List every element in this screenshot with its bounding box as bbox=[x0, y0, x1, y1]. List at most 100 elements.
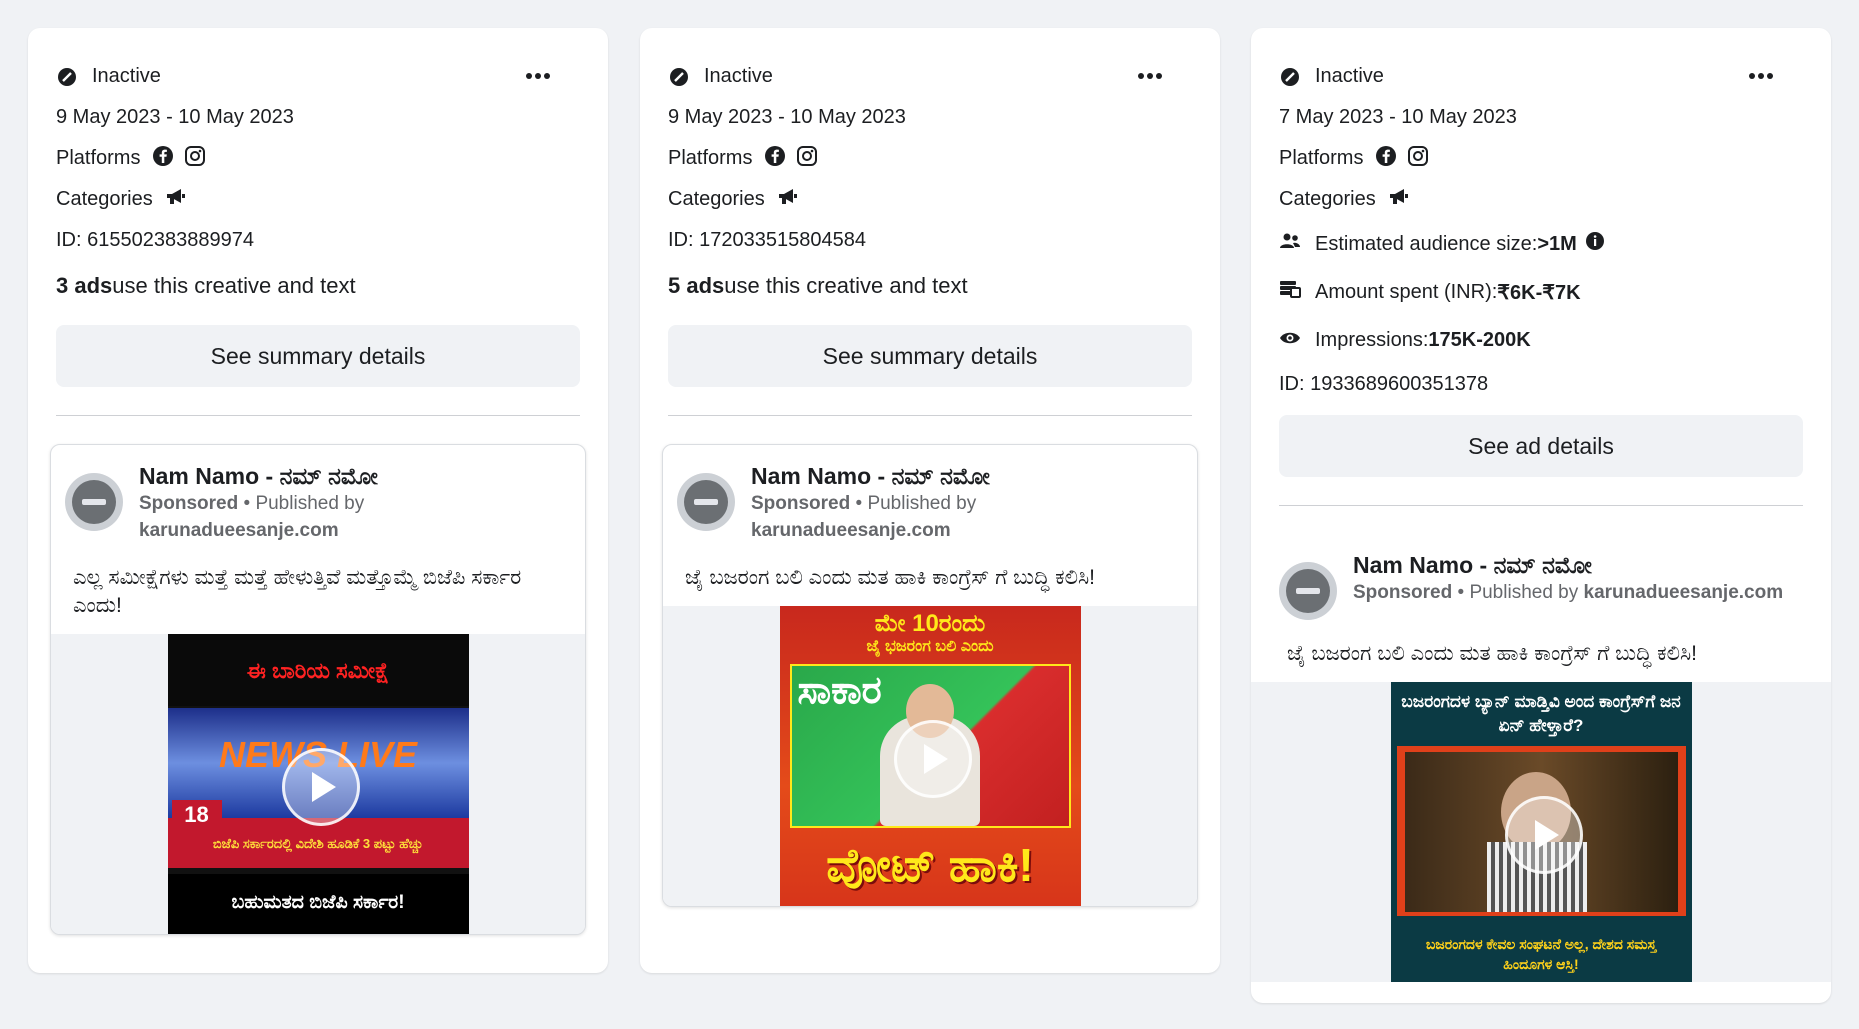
status-row: Inactive bbox=[668, 56, 1192, 97]
divider bbox=[56, 415, 580, 416]
categories-row: Categories bbox=[668, 179, 1192, 220]
megaphone-icon bbox=[777, 187, 799, 213]
info-icon[interactable] bbox=[1585, 231, 1605, 257]
video-thumbnail[interactable]: ಮೇ 10ರಂದು ಜೈ ಭಜರಂಗ ಬಲಿ ಎಂದು ಸಾಕಾರ ವೋಟ್ ಹ… bbox=[779, 606, 1081, 906]
page-name[interactable]: Nam Namo - ನಮ್ ನಮೋ bbox=[1353, 552, 1783, 579]
ad-card-1: Inactive 9 May 2023 - 10 May 2023 Platfo… bbox=[28, 28, 608, 973]
page-name[interactable]: Nam Namo - ನಮ್ ನಮೋ bbox=[751, 463, 990, 490]
avatar[interactable] bbox=[65, 473, 123, 531]
people-icon bbox=[1279, 232, 1301, 256]
avatar[interactable] bbox=[1279, 562, 1337, 620]
ad-preview: Nam Namo - ನಮ್ ನಮೋ Sponsored • Published… bbox=[50, 444, 586, 935]
inactive-status-icon bbox=[56, 66, 78, 88]
amount-spent-row: Amount spent (INR): ₹6K-₹7K bbox=[1279, 268, 1803, 316]
instagram-icon bbox=[1407, 145, 1429, 173]
categories-label: Categories bbox=[56, 188, 153, 210]
ads-count-line: 5 ads use this creative and text bbox=[668, 261, 1192, 311]
amount-spent-value: ₹6K-₹7K bbox=[1497, 281, 1581, 304]
sponsored-label: Sponsored bbox=[139, 493, 239, 514]
avatar[interactable] bbox=[677, 473, 735, 531]
status-text: Inactive bbox=[1315, 65, 1384, 87]
thumbnail-subheadline: ಜೈ ಭಜರಂಗ ಬಲಿ ಎಂದು bbox=[866, 638, 994, 655]
see-ad-details-button[interactable]: See ad details bbox=[1279, 415, 1803, 477]
platforms-row: Platforms bbox=[1279, 138, 1803, 179]
see-summary-details-button[interactable]: See summary details bbox=[668, 325, 1192, 387]
ad-card-3: Inactive 7 May 2023 - 10 May 2023 Platfo… bbox=[1251, 28, 1831, 1003]
categories-row: Categories bbox=[1279, 179, 1803, 220]
ad-body-text: ಎಲ್ಲ ಸಮೀಕ್ಷೆಗಳು ಮತ್ತೆ ಮತ್ತೆ ಹೇಳುತ್ತಿವೆ ಮ… bbox=[73, 566, 522, 617]
ad-preview: Nam Namo - ನಮ್ ನಮೋ Sponsored • Published… bbox=[662, 444, 1198, 907]
impressions-row: Impressions: 175K-200K bbox=[1279, 316, 1803, 364]
categories-label: Categories bbox=[1279, 188, 1376, 210]
ad-id: ID: 1933689600351378 bbox=[1279, 373, 1489, 395]
instagram-icon bbox=[184, 145, 206, 173]
ads-count-suffix: use this creative and text bbox=[112, 273, 356, 298]
date-range: 9 May 2023 - 10 May 2023 bbox=[56, 106, 294, 128]
date-range: 9 May 2023 - 10 May 2023 bbox=[668, 106, 906, 128]
money-stack-icon bbox=[1279, 279, 1301, 305]
platforms-label: Platforms bbox=[56, 147, 141, 169]
platforms-row: Platforms bbox=[668, 138, 1192, 179]
thumbnail-caption: ಬಜರಂಗದಳ ಕೇವಲ ಸಂಘಟನೆ ಅಲ್ಲ, ದೇಶದ ಸಮಸ್ತ ಹಿಂ… bbox=[1425, 936, 1657, 972]
divider bbox=[668, 415, 1192, 416]
video-thumbnail[interactable]: ಬಜರಂಗದಳ ಬ್ಯಾನ್ ಮಾಡ್ತಿವಿ ಅಂದ ಕಾಂಗ್ರೆಸ್‌ಗೆ… bbox=[1390, 682, 1692, 982]
publisher-link[interactable]: karunadueesanje.com bbox=[751, 520, 951, 541]
more-options-icon[interactable] bbox=[1741, 56, 1781, 96]
ads-count-line: 3 ads use this creative and text bbox=[56, 261, 580, 311]
more-options-icon[interactable] bbox=[518, 56, 558, 96]
ads-count-suffix: use this creative and text bbox=[724, 273, 968, 298]
publisher-link[interactable]: karunadueesanje.com bbox=[1584, 582, 1784, 603]
thumbnail-caption: ವೋಟ್ ಹಾಕಿ! bbox=[826, 839, 1034, 891]
categories-label: Categories bbox=[668, 188, 765, 210]
thumbnail-bar-text: ಬಿಜೆಪಿ ಸರ್ಕಾರದಲ್ಲಿ ವಿದೇಶಿ ಹೂಡಿಕೆ 3 ಪಟ್ಟು… bbox=[212, 836, 424, 851]
impressions-value: 175K-200K bbox=[1428, 328, 1531, 351]
platforms-row: Platforms bbox=[56, 138, 580, 179]
megaphone-icon bbox=[165, 187, 187, 213]
facebook-icon bbox=[764, 145, 786, 173]
page-name[interactable]: Nam Namo - ನಮ್ ನಮೋ bbox=[139, 463, 378, 490]
published-by-label: • Published by bbox=[850, 493, 977, 514]
play-icon[interactable] bbox=[1505, 796, 1583, 874]
status-text: Inactive bbox=[92, 65, 161, 87]
ad-body-text: ಜೈ ಬಜರಂಗ ಬಲಿ ಎಂದು ಮತ ಹಾಕಿ ಕಾಂಗ್ರೆಸ್ ಗೆ ಬ… bbox=[685, 566, 1095, 589]
amount-spent-label: Amount spent (INR): bbox=[1315, 280, 1498, 303]
thumbnail-green-text: ಸಾಕಾರ bbox=[797, 670, 882, 712]
impressions-label: Impressions: bbox=[1315, 328, 1429, 351]
video-thumbnail[interactable]: ಈ ಬಾರಿಯ ಸಮೀಕ್ಷೆ NEWS LIVE 18 ಬಿಜೆಪಿ ಸರ್ಕ… bbox=[167, 634, 469, 934]
thumbnail-headline: ಈ ಬಾರಿಯ ಸಮೀಕ್ಷೆ bbox=[246, 658, 390, 683]
estimated-audience-row: Estimated audience size: >1M bbox=[1279, 220, 1803, 268]
categories-row: Categories bbox=[56, 179, 580, 220]
date-range: 7 May 2023 - 10 May 2023 bbox=[1279, 106, 1517, 128]
sponsored-label: Sponsored bbox=[751, 493, 851, 514]
inactive-status-icon bbox=[668, 66, 690, 88]
platforms-label: Platforms bbox=[668, 147, 753, 169]
ad-id: ID: 615502383889974 bbox=[56, 229, 254, 251]
ad-card-2: Inactive 9 May 2023 - 10 May 2023 Platfo… bbox=[640, 28, 1220, 973]
megaphone-icon bbox=[1388, 187, 1410, 213]
ad-body-text: ಜೈ ಬಜರಂಗ ಬಲಿ ಎಂದು ಮತ ಹಾಕಿ ಕಾಂಗ್ರೆಸ್ ಗೆ ಬ… bbox=[1287, 642, 1697, 665]
more-options-icon[interactable] bbox=[1130, 56, 1170, 96]
facebook-icon bbox=[152, 145, 174, 173]
divider bbox=[1279, 505, 1803, 506]
publisher-link[interactable]: karunadueesanje.com bbox=[139, 520, 339, 541]
inactive-status-icon bbox=[1279, 66, 1301, 88]
instagram-icon bbox=[796, 145, 818, 173]
status-row: Inactive bbox=[1279, 56, 1803, 97]
status-row: Inactive bbox=[56, 56, 580, 97]
see-summary-details-button[interactable]: See summary details bbox=[56, 325, 580, 387]
facebook-icon bbox=[1375, 145, 1397, 173]
thumbnail-headline: ಬಜರಂಗದಳ ಬ್ಯಾನ್ ಮಾಡ್ತಿವಿ ಅಂದ ಕಾಂಗ್ರೆಸ್‌ಗೆ… bbox=[1401, 692, 1681, 735]
play-icon[interactable] bbox=[282, 748, 360, 826]
ad-id: ID: 172033515804584 bbox=[668, 229, 866, 251]
eye-icon bbox=[1279, 329, 1301, 352]
published-by-label: • Published by bbox=[238, 493, 365, 514]
play-icon[interactable] bbox=[894, 720, 972, 798]
thumbnail-caption: ಬಹುಮತದ ಬಿಜೆಪಿ ಸರ್ಕಾರ! bbox=[231, 892, 405, 913]
audience-value: >1M bbox=[1537, 232, 1577, 255]
ad-preview: Nam Namo - ನಮ್ ನಮೋ Sponsored • Published… bbox=[1251, 534, 1831, 982]
status-text: Inactive bbox=[704, 65, 773, 87]
ads-count: 5 ads bbox=[668, 273, 725, 298]
published-by-label: • Published by bbox=[1452, 582, 1584, 603]
audience-label: Estimated audience size: bbox=[1315, 232, 1538, 255]
platforms-label: Platforms bbox=[1279, 147, 1364, 169]
